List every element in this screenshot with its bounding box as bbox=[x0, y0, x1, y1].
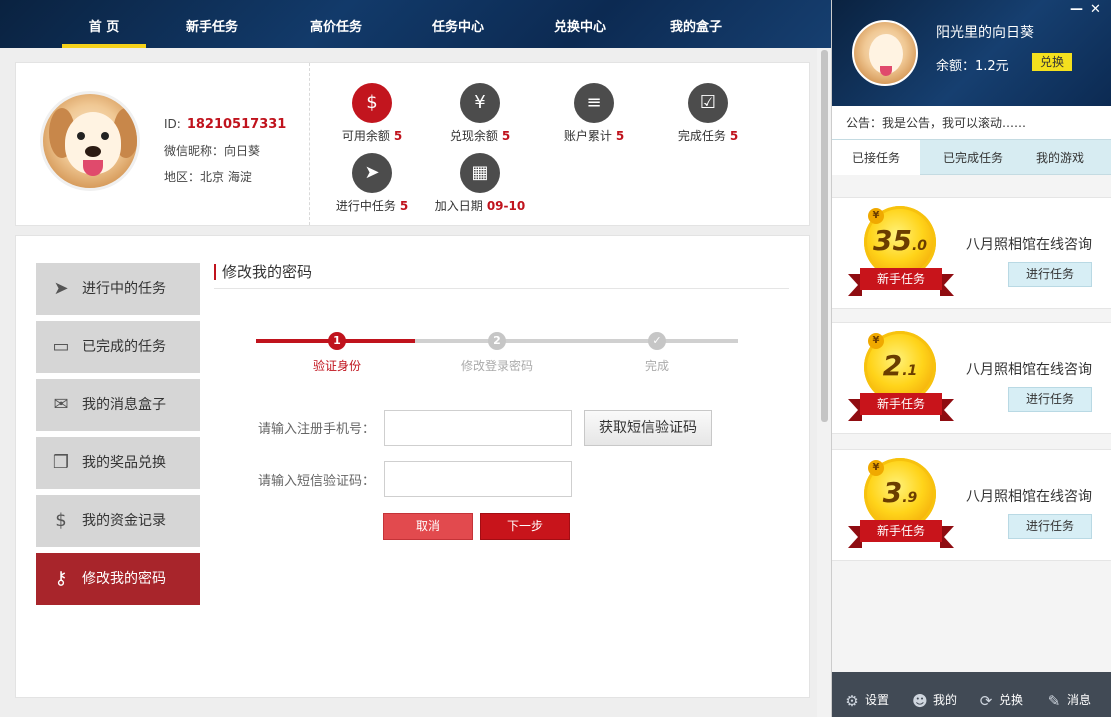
next-step-button[interactable]: 下一步 bbox=[480, 513, 570, 540]
sms-code-input[interactable] bbox=[384, 461, 572, 497]
section-title: 修改我的密码 bbox=[214, 261, 789, 289]
task-badge: 新手任务 bbox=[848, 268, 954, 296]
sidebar-item-message-box[interactable]: ✉ 我的消息盒子 bbox=[36, 379, 200, 431]
sms-code-label: 请输入短信验证码： bbox=[258, 474, 376, 489]
footer-mine[interactable]: ☻ 我的 bbox=[912, 672, 957, 717]
cancel-button[interactable]: 取消 bbox=[383, 513, 473, 540]
wechat-nickname: 微信昵称：向日葵 bbox=[164, 144, 261, 158]
stat-tasks-in-progress: ➤ 进行中任务 5 bbox=[322, 153, 422, 214]
start-task-button[interactable]: 进行任务 bbox=[1008, 514, 1092, 539]
avatar bbox=[852, 20, 918, 86]
notice-bar: 公告：我是公告，我可以滚动…… bbox=[832, 106, 1111, 139]
coins-icon: ≡ bbox=[574, 83, 614, 123]
gear-icon: ⚙ bbox=[845, 692, 859, 710]
dollar-icon: $ bbox=[352, 83, 392, 123]
phone-label: 请输入注册手机号： bbox=[258, 422, 376, 437]
exchange-icon: ⟳ bbox=[979, 692, 993, 710]
gift-icon: ❒ bbox=[52, 452, 70, 473]
step-3-label: 完成 bbox=[644, 359, 669, 373]
user-icon: ☻ bbox=[912, 692, 928, 710]
nav-home[interactable]: 首 页 bbox=[62, 0, 146, 48]
sidebar-item-fund-records[interactable]: $ 我的资金记录 bbox=[36, 495, 200, 547]
dollar-icon: $ bbox=[55, 510, 67, 531]
task-name: 八月照相馆在线咨询 bbox=[966, 489, 1092, 505]
step-1-node: 1 bbox=[328, 332, 346, 350]
sidebar-item-prize-exchange[interactable]: ❒ 我的奖品兑换 bbox=[36, 437, 200, 489]
divider bbox=[309, 63, 310, 225]
inbox-icon: ✉ bbox=[53, 394, 69, 415]
exchange-button[interactable]: 兑换 bbox=[1032, 53, 1072, 71]
profile-info: ID: 18210517331 微信昵称：向日葵 地区：北京 海淀 bbox=[164, 111, 286, 190]
step-2-node: 2 bbox=[488, 332, 506, 350]
step-progress: 1 2 ✓ 验证身份 修改登录密码 完成 bbox=[256, 332, 738, 373]
task-badge: 新手任务 bbox=[848, 393, 954, 421]
gamepad-icon: ▭ bbox=[52, 336, 70, 357]
task-name: 八月照相馆在线咨询 bbox=[966, 362, 1092, 378]
task-name: 八月照相馆在线咨询 bbox=[966, 237, 1092, 253]
yen-icon: ¥ bbox=[868, 460, 884, 476]
close-button[interactable]: ✕ bbox=[1090, 2, 1101, 17]
scrollbar-thumb[interactable] bbox=[821, 50, 828, 422]
nav-my-box[interactable]: 我的盒子 bbox=[654, 0, 738, 48]
main-scrollbar[interactable] bbox=[817, 48, 831, 717]
task-tabs: 已接任务 已完成任务 我的游戏 bbox=[832, 139, 1111, 175]
stat-available-balance: $ 可用余额 5 bbox=[322, 83, 422, 144]
task-card: ¥ 2.1 新手任务 八月照相馆在线咨询 进行任务 bbox=[832, 322, 1111, 434]
phone-input[interactable] bbox=[384, 410, 572, 446]
region: 地区：北京 海淀 bbox=[164, 170, 252, 184]
sidebar: ➤ 进行中的任务 ▭ 已完成的任务 ✉ 我的消息盒子 ❒ 我的奖品兑换 $ 我的… bbox=[36, 263, 200, 611]
paper-plane-icon: ➤ bbox=[352, 153, 392, 193]
stat-account-total: ≡ 账户累计 5 bbox=[544, 83, 644, 144]
id-label: ID: bbox=[164, 117, 181, 131]
start-task-button[interactable]: 进行任务 bbox=[1008, 262, 1092, 287]
step-1-label: 验证身份 bbox=[312, 359, 361, 373]
get-sms-code-button[interactable]: 获取短信验证码 bbox=[584, 410, 712, 446]
sidebar-item-completed-tasks[interactable]: ▭ 已完成的任务 bbox=[36, 321, 200, 373]
task-card: ¥ 3.9 新手任务 八月照相馆在线咨询 进行任务 bbox=[832, 449, 1111, 561]
id-value: 18210517331 bbox=[186, 117, 287, 132]
footer-bar: ⚙ 设置 ☻ 我的 ⟳ 兑换 ✎ 消息 bbox=[832, 672, 1111, 717]
nav-newbie-tasks[interactable]: 新手任务 bbox=[170, 0, 254, 48]
start-task-button[interactable]: 进行任务 bbox=[1008, 387, 1092, 412]
right-panel: — ✕ 阳光里的向日葵 余额：1.2元 兑换 公告：我是公告，我可以滚动…… 已… bbox=[831, 0, 1111, 717]
key-icon: ⚷ bbox=[54, 568, 68, 589]
nav-task-center[interactable]: 任务中心 bbox=[416, 0, 500, 48]
user-header: — ✕ 阳光里的向日葵 余额：1.2元 兑换 bbox=[832, 0, 1111, 106]
avatar bbox=[40, 91, 140, 191]
nav-high-value-tasks[interactable]: 高价任务 bbox=[294, 0, 378, 48]
footer-exchange[interactable]: ⟳ 兑换 bbox=[978, 672, 1023, 717]
profile-card: ID: 18210517331 微信昵称：向日葵 地区：北京 海淀 $ 可用余额 5… bbox=[15, 62, 810, 226]
nav-exchange-center[interactable]: 兑换中心 bbox=[538, 0, 622, 48]
step-2-label: 修改登录密码 bbox=[460, 359, 533, 373]
step-3-node: ✓ bbox=[648, 332, 666, 350]
paper-plane-icon: ➤ bbox=[53, 278, 69, 299]
yen-icon: ¥ bbox=[868, 333, 884, 349]
check-icon: ☑ bbox=[688, 83, 728, 123]
stat-completed-tasks: ☑ 完成任务 5 bbox=[658, 83, 758, 144]
calendar-icon: ▦ bbox=[460, 153, 500, 193]
tab-accepted-tasks[interactable]: 已接任务 bbox=[832, 140, 920, 175]
sidebar-item-change-password[interactable]: ⚷ 修改我的密码 bbox=[36, 553, 200, 605]
yen-receipt-icon: ¥ bbox=[460, 83, 500, 123]
chat-icon: ✎ bbox=[1047, 692, 1061, 710]
footer-messages[interactable]: ✎ 消息 bbox=[1046, 672, 1091, 717]
stat-join-date: ▦ 加入日期 09-10 bbox=[430, 153, 530, 214]
footer-settings[interactable]: ⚙ 设置 bbox=[844, 672, 889, 717]
task-card: ¥ 35.0 新手任务 八月照相馆在线咨询 进行任务 bbox=[832, 197, 1111, 309]
stat-cashout-balance: ¥ 兑现余额 5 bbox=[430, 83, 530, 144]
top-nav: 首 页 新手任务 高价任务 任务中心 兑换中心 我的盒子 bbox=[0, 0, 831, 48]
sidebar-item-tasks-in-progress[interactable]: ➤ 进行中的任务 bbox=[36, 263, 200, 315]
tab-completed-tasks[interactable]: 已完成任务 bbox=[928, 140, 1018, 175]
yen-icon: ¥ bbox=[868, 208, 884, 224]
task-badge: 新手任务 bbox=[848, 520, 954, 548]
username: 阳光里的向日葵 bbox=[936, 25, 1034, 41]
minimize-button[interactable]: — bbox=[1070, 2, 1083, 17]
tab-my-games[interactable]: 我的游戏 bbox=[1018, 140, 1102, 175]
main-panel: ➤ 进行中的任务 ▭ 已完成的任务 ✉ 我的消息盒子 ❒ 我的奖品兑换 $ 我的… bbox=[15, 235, 810, 698]
balance: 余额：1.2元 bbox=[936, 59, 1009, 74]
